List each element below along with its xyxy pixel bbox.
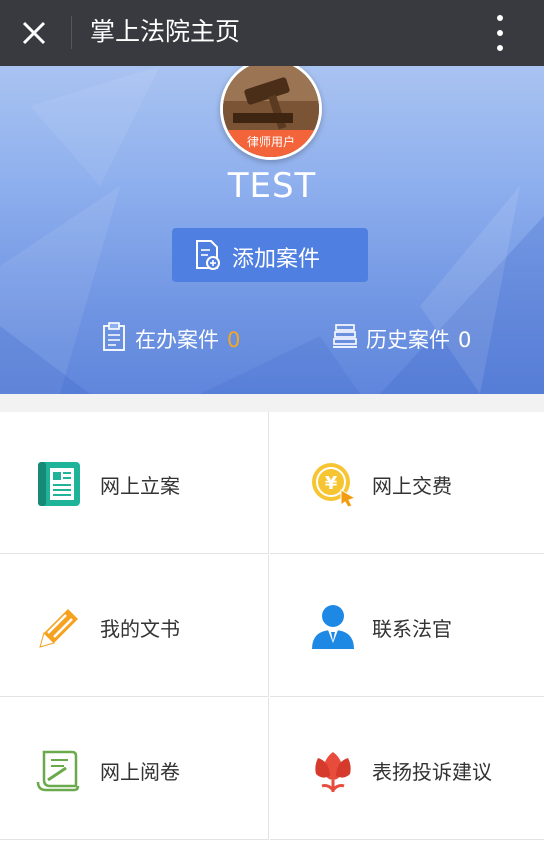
more-menu-button[interactable] [486,13,514,53]
more-dot-icon [497,15,503,21]
add-document-icon [196,240,220,270]
menu-item-label: 网上阅卷 [100,760,180,784]
menu-item-online-payment[interactable]: ¥ 网上交费 [270,412,544,554]
top-bar: 掌上法院主页 [0,0,544,66]
feature-grid: 网上立案 ¥ 网上交费 我的文书 联系法官 网上阅卷 表扬投诉建议 [0,412,544,858]
history-cases-count: 0 [458,328,472,352]
archive-stack-icon [333,324,357,348]
close-icon [22,21,46,45]
username: TEST [227,166,317,206]
menu-item-label: 网上交费 [372,474,452,498]
add-case-label: 添加案件 [232,247,321,272]
clipboard-icon [103,322,125,351]
judge-person-icon [312,605,354,649]
page-title: 掌上法院主页 [90,17,241,46]
more-dot-icon [497,30,503,36]
profile-header: 律师用户 TEST 添加案件 在办案件 0 历史案件 0 [0,66,544,394]
pencil-icon [39,609,78,648]
menu-item-my-documents[interactable]: 我的文书 [0,555,269,697]
topbar-divider [71,16,72,49]
filing-document-icon [38,462,80,506]
more-dot-icon [497,45,503,51]
history-cases-label: 历史案件 [366,328,450,352]
flower-icon [315,752,351,793]
menu-item-contact-judge[interactable]: 联系法官 [270,555,544,697]
menu-item-feedback[interactable]: 表扬投诉建议 [270,698,544,840]
yuan-coin-icon: ¥ [312,463,357,508]
menu-item-label: 表扬投诉建议 [372,760,492,784]
user-type-badge: 律师用户 [223,130,319,157]
menu-item-label: 我的文书 [100,617,180,641]
close-button[interactable] [16,15,52,51]
add-case-button[interactable]: 添加案件 [172,228,368,282]
avatar[interactable]: 律师用户 [220,66,322,160]
menu-item-label: 联系法官 [372,617,452,641]
menu-item-label: 网上立案 [100,474,180,498]
active-cases-label: 在办案件 [135,328,219,352]
scroll-icon [36,750,80,792]
active-cases-count: 0 [227,328,241,352]
menu-item-online-filing[interactable]: 网上立案 [0,412,269,554]
svg-text:¥: ¥ [325,473,338,494]
active-cases-link[interactable]: 在办案件 0 [103,322,241,354]
menu-item-online-file-review[interactable]: 网上阅卷 [0,698,269,840]
history-cases-link[interactable]: 历史案件 0 [333,324,472,354]
